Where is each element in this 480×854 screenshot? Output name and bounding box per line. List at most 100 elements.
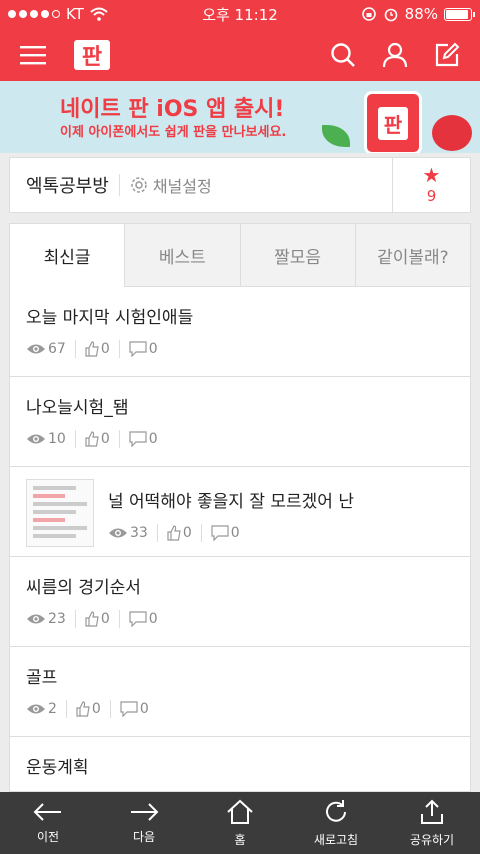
eye-icon [27,704,45,714]
eye-icon [109,528,127,538]
like-count: 0 [100,611,110,627]
post-thumbnail [26,479,94,547]
alarm-icon [384,8,397,22]
favorite-button[interactable]: ★ 9 [392,158,470,212]
channel-settings-label: 채널설정 [152,177,212,196]
channel-card: 엑톡공부방 채널설정 ★ 9 [9,157,471,213]
app-header: 판 [0,28,480,81]
search-icon[interactable] [330,42,356,68]
comment-count: 0 [148,341,158,357]
home-button[interactable]: 홈 [192,792,288,854]
list-item[interactable]: 씨름의 경기순서 23 0 0 [10,557,470,647]
divider [118,174,120,196]
banner-subtitle: 이제 아이폰에서도 쉽게 판을 만나보세요. [60,125,287,140]
view-count: 23 [48,611,66,627]
like-count: 0 [100,431,110,447]
bottom-toolbar: 이전 다음 홈 새로고침 공유하기 [0,792,480,854]
forward-label: 다음 [132,829,156,844]
gear-icon [131,177,147,193]
view-count: 10 [48,431,66,447]
battery-percent: 88% [404,5,438,23]
tab-latest[interactable]: 최신글 [10,224,125,287]
channel-name: 엑톡공부방 [26,176,109,197]
post-meta: 23 0 0 [26,610,454,628]
arrow-left-icon [33,802,61,821]
comment-icon [129,611,147,627]
post-meta: 33 0 0 [108,524,354,542]
refresh-icon [326,799,346,822]
refresh-button[interactable]: 새로고침 [288,792,384,854]
list-item[interactable]: 오늘 마지막 시험인애들 67 0 0 [10,287,470,377]
menu-icon[interactable] [20,45,46,65]
post-title: 씨름의 경기순서 [26,578,141,598]
wifi-icon [90,7,108,21]
comment-icon [120,701,138,717]
list-item[interactable]: 나오늘시험_됌 10 0 0 [10,377,470,467]
share-icon [421,799,443,824]
eye-icon [27,344,45,354]
signal-icon [8,10,60,18]
share-label: 공유하기 [409,832,455,847]
comment-count: 0 [139,701,149,717]
thumbs-up-icon [85,431,99,447]
carrier-label: KT [66,5,84,23]
leaf-graphic [322,125,350,147]
home-label: 홈 [234,832,246,847]
comment-count: 0 [230,525,240,541]
home-icon [227,799,253,824]
comment-count: 0 [148,431,158,447]
battery-icon [444,7,475,21]
eye-icon [27,434,45,444]
status-bar: KT 88% [0,0,480,28]
apple-graphic [432,115,472,151]
banner-title: 네이트 판 iOS 앱 출시! [60,97,285,122]
write-icon[interactable] [434,42,460,68]
like-count: 0 [100,341,110,357]
thumbs-up-icon [85,611,99,627]
thumbs-up-icon [85,341,99,357]
view-count: 67 [48,341,66,357]
post-title: 골프 [26,668,58,688]
share-button[interactable]: 공유하기 [384,792,480,854]
phone-graphic: 판 [364,91,422,153]
rotation-lock-icon [361,7,376,21]
post-meta: 67 0 0 [26,340,454,358]
comment-count: 0 [148,611,158,627]
refresh-label: 새로고침 [313,832,359,847]
post-meta: 2 0 0 [26,700,454,718]
user-icon[interactable] [382,42,408,68]
eye-icon [27,614,45,624]
post-title: 오늘 마지막 시험인애들 [26,308,194,328]
back-label: 이전 [36,829,60,844]
thumbs-up-icon [167,525,181,541]
favorite-count: 9 [426,187,437,205]
thumbs-up-icon [76,701,90,717]
post-title: 운동계획 [26,758,89,778]
forward-button[interactable]: 다음 [96,792,192,854]
board: 최신글 베스트 짤모음 같이볼래? 오늘 마지막 시험인애들 67 0 0 나오… [9,223,471,792]
promo-banner[interactable]: 네이트 판 iOS 앱 출시! 이제 아이폰에서도 쉽게 판을 만나보세요. 판 [0,81,480,153]
post-meta: 10 0 0 [26,430,454,448]
back-button[interactable]: 이전 [0,792,96,854]
like-count: 0 [91,701,101,717]
top-bar: KT 88% 오후 11:12 판 [0,0,480,81]
arrow-right-icon [131,802,159,821]
star-icon: ★ [422,163,441,187]
post-title: 나오늘시험_됌 [26,398,129,418]
list-item[interactable]: 운동계획 [10,737,470,791]
channel-settings-button[interactable]: 채널설정 [130,173,212,197]
comment-icon [129,341,147,357]
tab-images[interactable]: 짤모음 [239,224,355,287]
list-item[interactable]: 골프 2 0 0 [10,647,470,737]
view-count: 2 [48,701,57,717]
comment-icon [211,525,229,541]
view-count: 33 [130,525,148,541]
app-logo[interactable]: 판 [74,39,110,70]
tab-bar: 최신글 베스트 짤모음 같이볼래? [10,224,470,287]
like-count: 0 [182,525,192,541]
list-item[interactable]: 널 어떡해야 좋을지 잘 모르겠어 난 33 0 0 [10,467,470,557]
post-title: 널 어떡해야 좋을지 잘 모르겠어 난 [108,492,354,512]
comment-icon [129,431,147,447]
tab-best[interactable]: 베스트 [124,224,240,287]
tab-watch-together[interactable]: 같이볼래? [354,224,470,287]
